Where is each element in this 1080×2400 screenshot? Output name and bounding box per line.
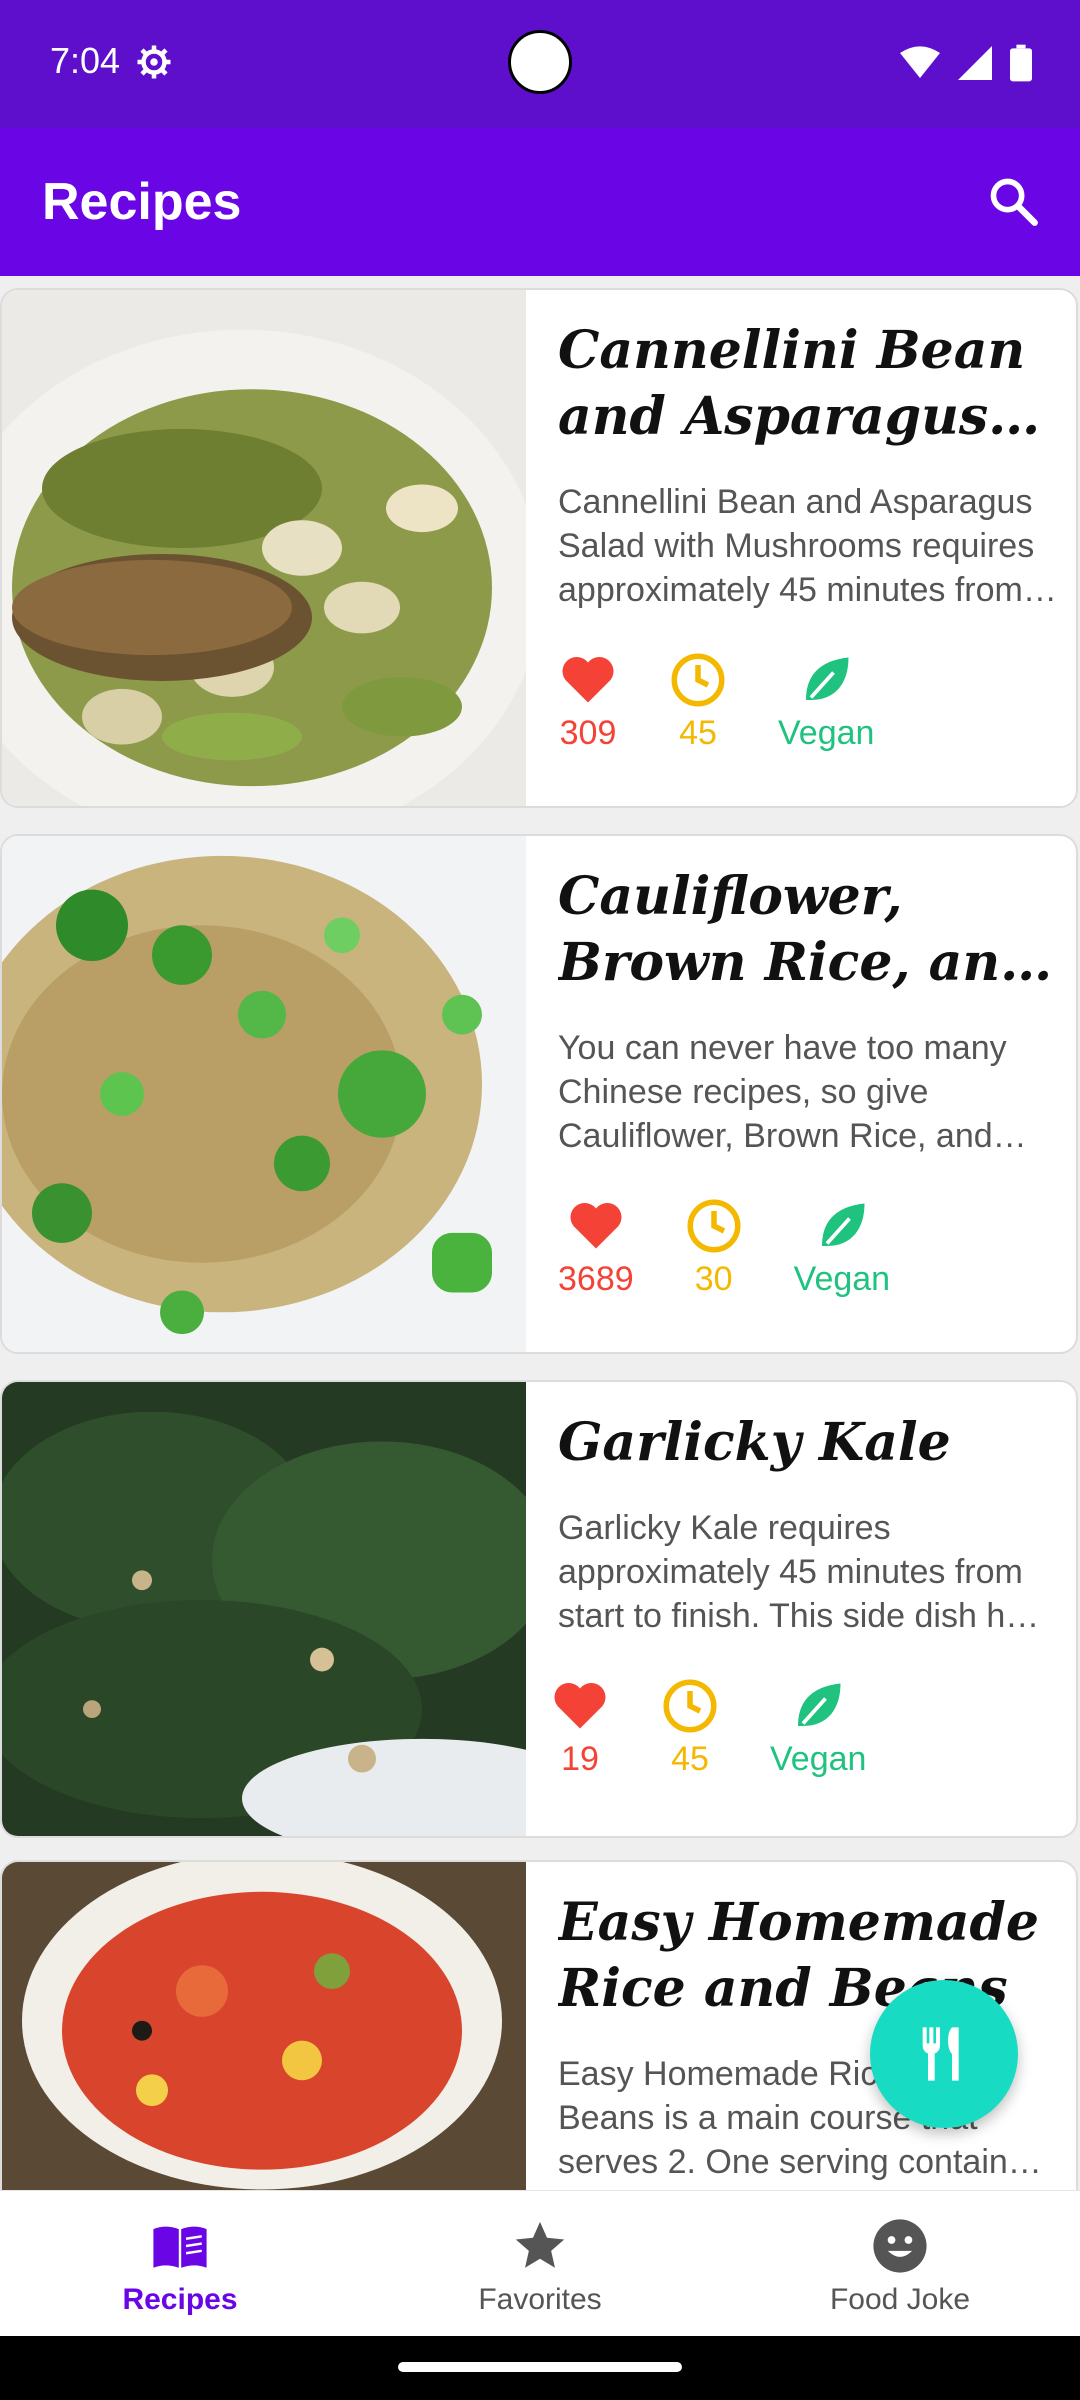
recipe-card[interactable]: Cauliflower, Brown Rice, and Vegetable F…: [0, 834, 1078, 1354]
heart-icon: [570, 1203, 622, 1249]
recipe-stats: 19 45 Vegan: [550, 1676, 1058, 1779]
recipe-image: [2, 290, 526, 806]
book-icon: [153, 2226, 207, 2268]
battery-icon: [1010, 44, 1032, 82]
recipe-list[interactable]: Cannellini Bean and Asparagus Salad with…: [0, 276, 1080, 2190]
status-bar: 7:04: [0, 0, 1080, 128]
food-fab-button[interactable]: [870, 1980, 1018, 2128]
nav-item-recipes[interactable]: Recipes: [0, 2191, 360, 2337]
wifi-icon: [900, 46, 940, 78]
cell-signal-icon: [958, 46, 992, 80]
likes-stat: 19: [550, 1676, 610, 1779]
search-icon: [990, 178, 1038, 226]
recipe-stats: 309 45 Vegan: [558, 650, 1058, 753]
nav-item-favorites[interactable]: Favorites: [360, 2191, 720, 2337]
time-minutes: 45: [679, 714, 717, 752]
restaurant-icon: [922, 2027, 959, 2081]
recipe-card[interactable]: Garlicky Kale Garlicky Kale requires app…: [0, 1380, 1078, 1838]
status-time: 7:04: [50, 40, 121, 81]
recipe-info: Cannellini Bean and Asparagus Salad with…: [558, 318, 1058, 753]
heart-icon: [562, 657, 614, 703]
front-camera: [508, 30, 572, 94]
time-stat: 45: [668, 650, 728, 753]
recipe-stats: 3689 30 Vegan: [558, 1196, 1058, 1299]
recipe-image: [2, 1862, 526, 2190]
time-minutes: 45: [671, 1740, 709, 1778]
app-bar: Recipes: [0, 128, 1080, 276]
nav-item-food-joke[interactable]: Food Joke: [720, 2191, 1080, 2337]
clock-icon: [671, 653, 725, 707]
star-icon: [515, 2221, 565, 2268]
page-title: Recipes: [42, 173, 242, 231]
leaf-icon: [798, 1683, 841, 1726]
likes-count: 3689: [558, 1260, 634, 1298]
time-minutes: 30: [694, 1260, 733, 1298]
nav-label: Food Joke: [829, 2283, 971, 2316]
clock-icon: [687, 1199, 741, 1253]
recipe-description: Cannellini Bean and Asparagus Salad with…: [558, 483, 1035, 609]
time-stat: 45: [660, 1676, 720, 1779]
smile-icon: [873, 2219, 927, 2273]
nav-label: Favorites: [478, 2283, 602, 2316]
status-icons: [900, 44, 1032, 82]
leaf-icon: [806, 657, 849, 700]
recipe-image: [2, 836, 526, 1352]
recipe-image: [2, 1382, 526, 1836]
recipe-card[interactable]: Cannellini Bean and Asparagus Salad with…: [0, 288, 1078, 808]
likes-count: 309: [559, 714, 617, 752]
nav-label: Recipes: [122, 2283, 238, 2316]
clock-icon: [663, 1679, 717, 1733]
recipe-title: Cannellini Bean and Asparagus Salad with…: [558, 320, 1026, 447]
heart-icon: [554, 1683, 606, 1729]
bottom-navigation: Recipes Favorites Food Joke: [0, 2190, 1080, 2337]
vegan-stat: Vegan: [778, 650, 874, 753]
recipe-description: You can never have too many Chinese reci…: [558, 1029, 1007, 1155]
vegan-stat: Vegan: [770, 1676, 866, 1779]
gesture-navigation-bar: [0, 2336, 1080, 2400]
home-gesture-handle[interactable]: [398, 2362, 682, 2372]
likes-stat: 3689: [558, 1196, 634, 1299]
recipe-info: Garlicky Kale Garlicky Kale requires app…: [554, 1410, 1058, 1779]
recipe-title: Cauliflower, Brown Rice, and Vegetable F…: [558, 866, 1037, 993]
diet-label: Vegan: [793, 1260, 891, 1298]
settings-gear-icon: [137, 45, 171, 79]
recipe-title: Garlicky Kale: [558, 1412, 951, 1473]
time-stat: 30: [684, 1196, 744, 1299]
recipe-info: Cauliflower, Brown Rice, and Vegetable F…: [558, 864, 1058, 1299]
leaf-icon: [821, 1203, 865, 1246]
recipe-description: Garlicky Kale requires approximately 45 …: [558, 1509, 1042, 1635]
diet-label: Vegan: [778, 714, 875, 752]
likes-stat: 309: [558, 650, 618, 753]
likes-count: 19: [561, 1740, 599, 1778]
diet-label: Vegan: [770, 1740, 867, 1778]
search-button[interactable]: [978, 166, 1048, 236]
vegan-stat: Vegan: [794, 1196, 890, 1299]
